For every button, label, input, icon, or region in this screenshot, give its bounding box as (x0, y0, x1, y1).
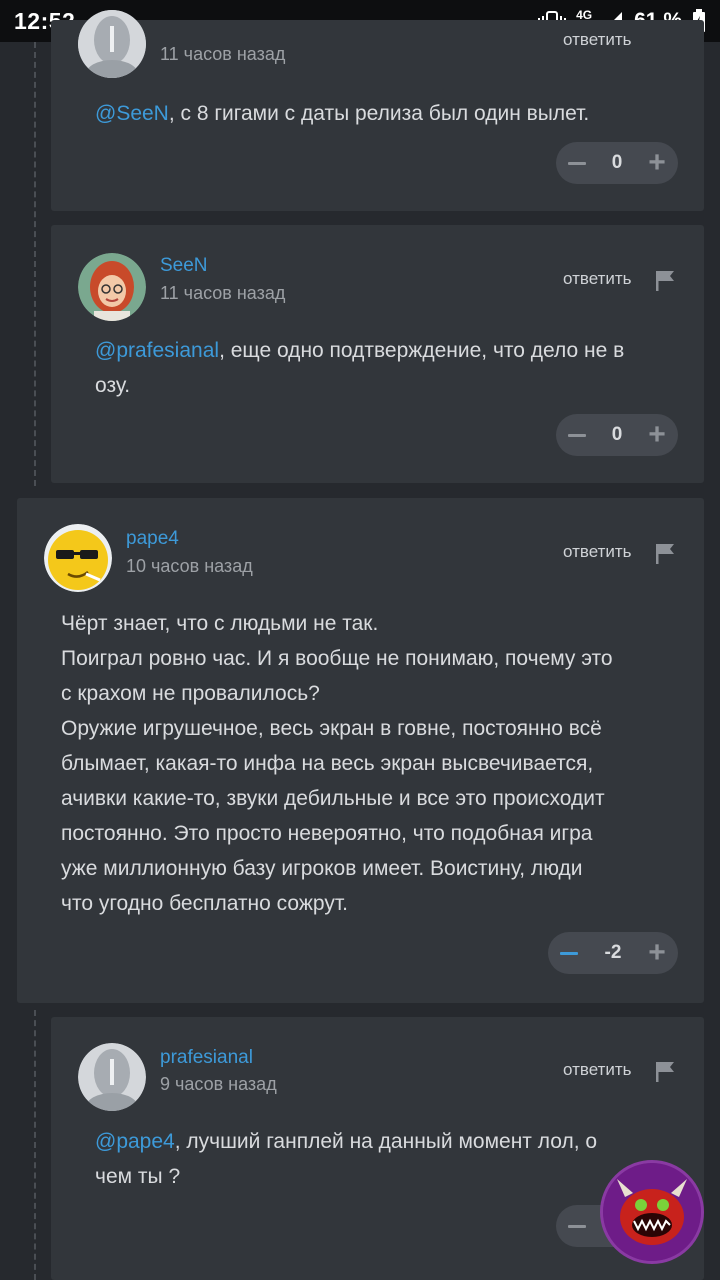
flag-icon[interactable] (654, 1061, 676, 1083)
avatar[interactable] (78, 1043, 146, 1111)
downvote-button[interactable] (556, 1205, 598, 1247)
vote-score: -2 (604, 942, 622, 963)
downvote-button[interactable] (548, 932, 590, 974)
reply-button[interactable]: ответить (563, 269, 632, 289)
floating-avatar-button[interactable] (600, 1160, 704, 1264)
reply-button[interactable]: ответить (563, 30, 632, 50)
avatar[interactable] (78, 253, 146, 321)
comment-card: SeeN 11 часов назад ответить @prafesiana… (51, 225, 704, 483)
plus-icon: + (648, 936, 666, 969)
flag-icon[interactable] (654, 543, 676, 565)
reply-button[interactable]: ответить (563, 542, 632, 562)
reply-button[interactable]: ответить (563, 1060, 632, 1080)
thread-line (34, 42, 36, 486)
user-mention[interactable]: @prafesianal (95, 339, 219, 362)
comment-timestamp: 11 часов назад (160, 44, 286, 64)
comment-body: @pape4, лучший ганплей на данный момент … (95, 1130, 598, 1188)
thread-line (34, 1010, 36, 1280)
user-mention[interactable]: @pape4 (95, 1130, 175, 1153)
comment-body: @prafesianal, еще одно подтверждение, чт… (95, 339, 625, 397)
minus-icon (568, 433, 586, 437)
upvote-button[interactable]: + (636, 142, 678, 184)
vote-control: 0 + (556, 414, 678, 456)
vote-score: 0 (611, 152, 623, 173)
comment-body: @SeeN, с 8 гигами с даты релиза был один… (95, 102, 590, 125)
vote-control: 0 + (556, 142, 678, 184)
downvote-button[interactable] (556, 142, 598, 184)
comment-card: prafesianal 9 часов назад ответить @pape… (51, 1017, 704, 1280)
monster-icon (603, 1163, 701, 1261)
comment-body: Чёрт знает, что с людьми не так. Поиграл… (61, 612, 613, 915)
comment-author[interactable]: prafesianal (160, 1047, 253, 1069)
comment-timestamp: 11 часов назад (160, 283, 286, 303)
flag-icon[interactable] (654, 270, 676, 292)
avatar[interactable] (44, 524, 112, 592)
comment-author[interactable]: pape4 (126, 528, 179, 550)
upvote-button[interactable]: + (636, 932, 678, 974)
minus-icon (560, 951, 578, 955)
comment-card: 11 часов назад ответить @SeeN, с 8 гигам… (51, 10, 704, 211)
comment-timestamp: 10 часов назад (126, 556, 253, 576)
avatar[interactable] (78, 10, 146, 78)
comment-timestamp: 9 часов назад (160, 1074, 277, 1094)
user-mention[interactable]: @SeeN (95, 102, 169, 125)
plus-icon: + (648, 418, 666, 451)
downvote-button[interactable] (556, 414, 598, 456)
vote-score: 0 (611, 424, 623, 445)
minus-icon (568, 1224, 586, 1228)
minus-icon (568, 161, 586, 165)
comment-author[interactable]: SeeN (160, 255, 208, 277)
plus-icon: + (648, 146, 666, 179)
upvote-button[interactable]: + (636, 414, 678, 456)
comment-card: pape4 10 часов назад ответить Чёрт знает… (17, 498, 704, 1003)
vote-control: -2 + (548, 932, 678, 974)
